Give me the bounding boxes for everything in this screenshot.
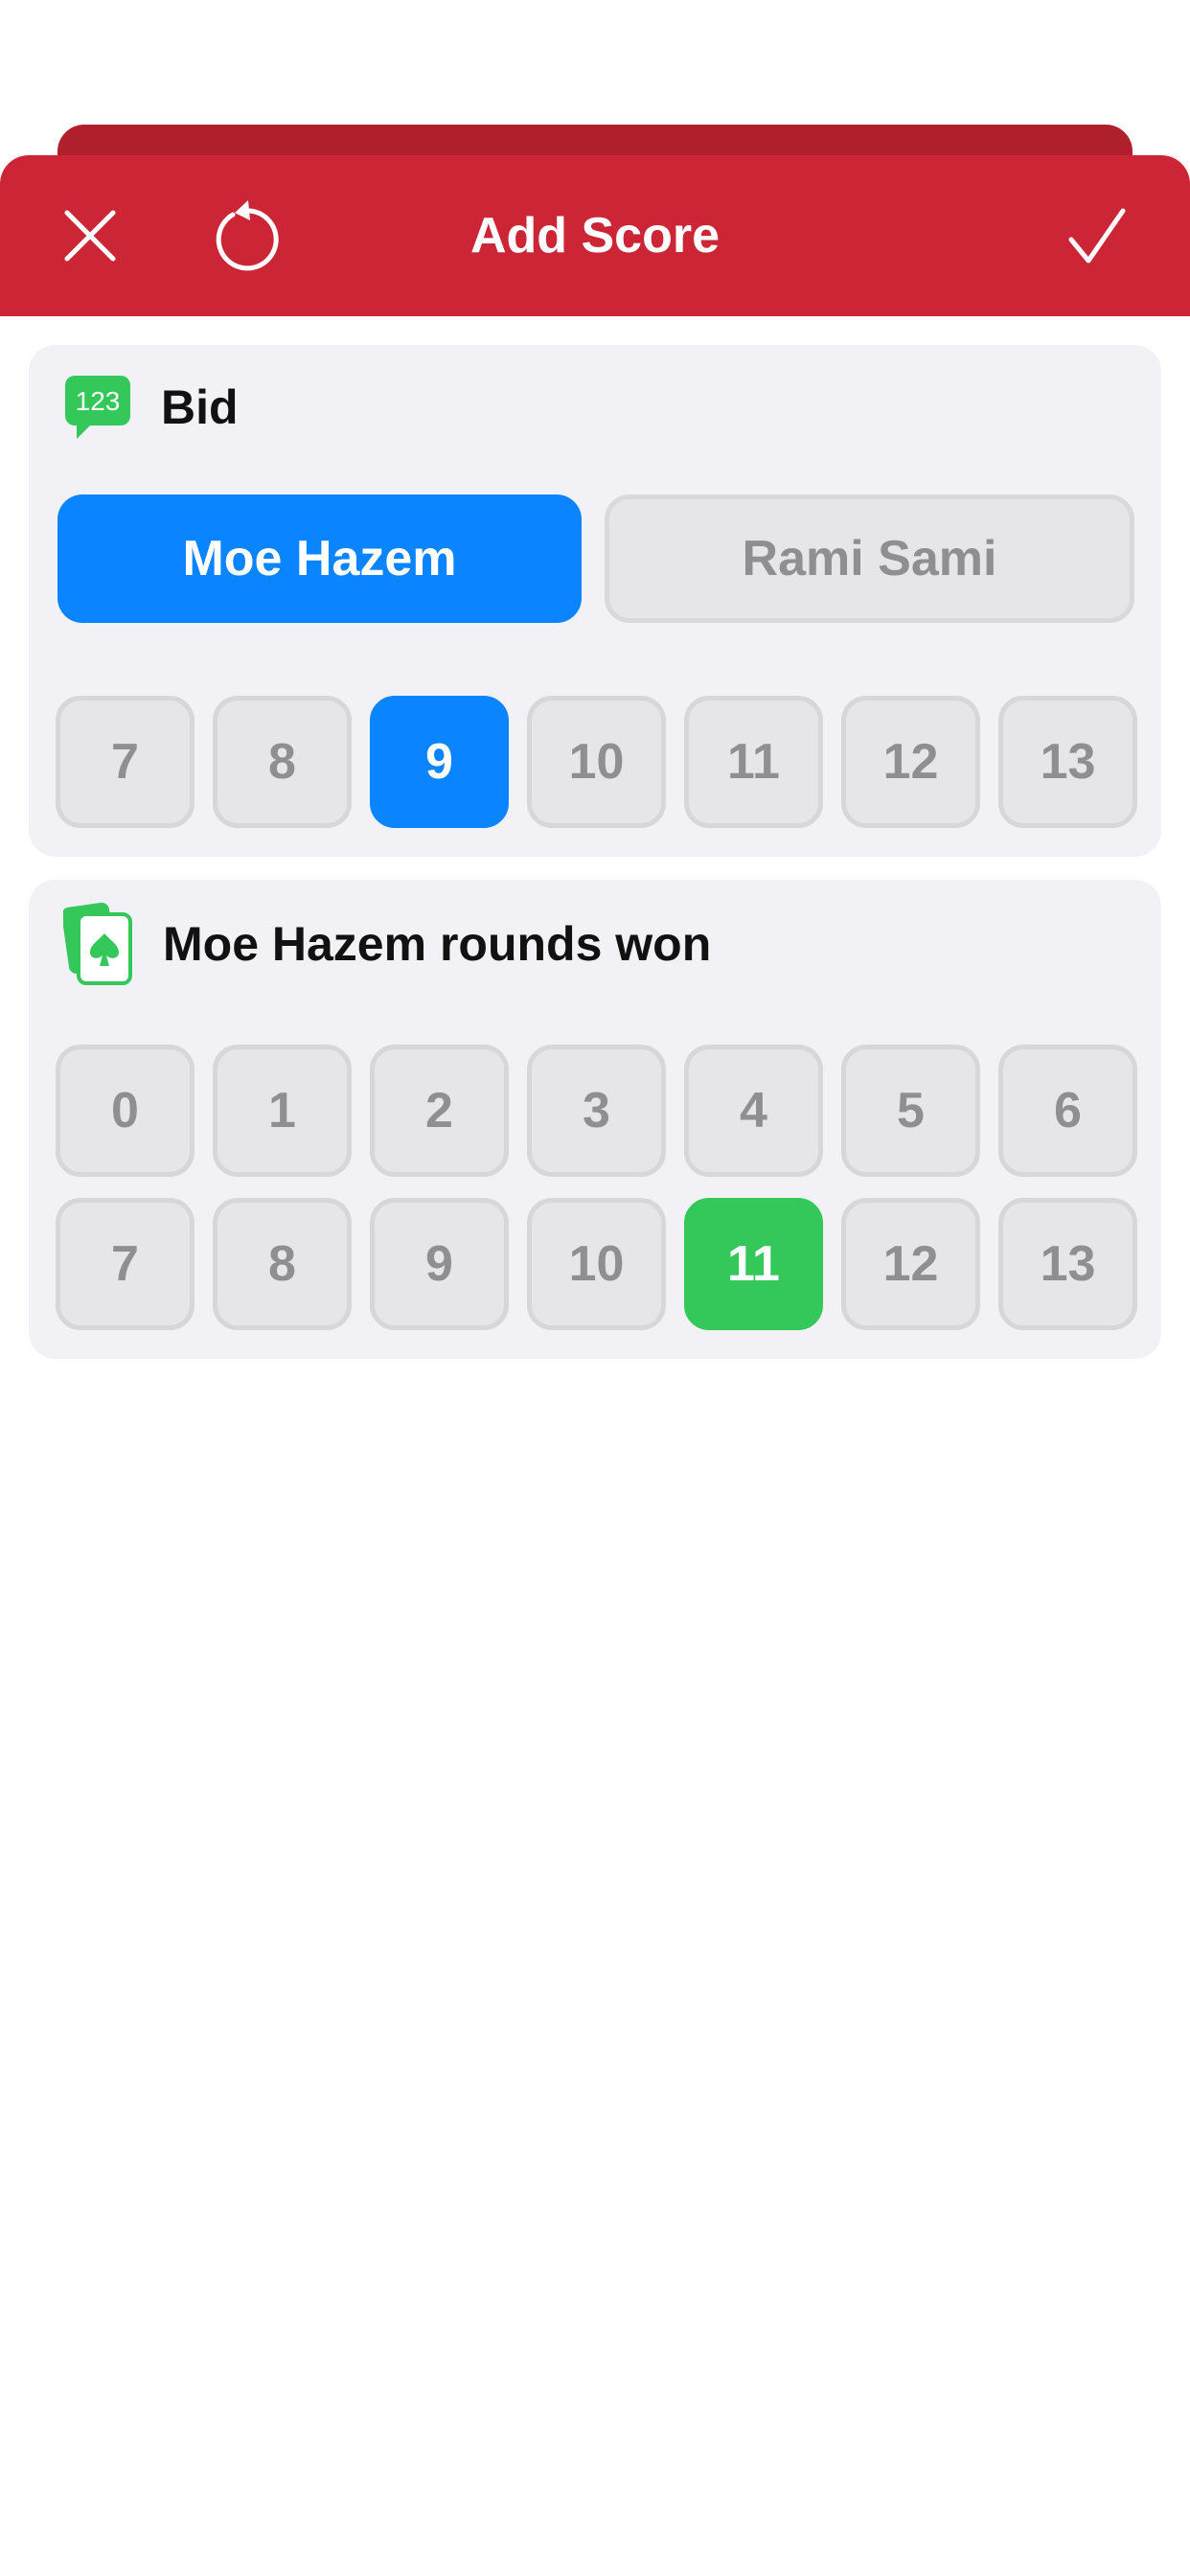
rounds-won-options-row1: 0 1 2 3 4 5 6 [56,1045,1137,1177]
rounds-won-header: Moe Hazem rounds won [63,903,712,985]
bid-options: 7 8 9 10 11 12 13 [56,696,1137,828]
reset-button[interactable] [196,188,292,284]
done-button[interactable] [1049,188,1145,284]
bid-card: 123 Bid Moe Hazem Rami Sami 7 8 9 10 11 … [29,345,1161,857]
rounds-won-option[interactable]: 13 [998,1198,1137,1330]
rounds-won-option[interactable]: 4 [684,1045,823,1177]
bid-option-selected[interactable]: 9 [370,696,509,828]
bid-option[interactable]: 13 [998,696,1137,828]
rounds-won-option[interactable]: 5 [841,1045,980,1177]
checkmark-icon [1068,208,1126,264]
rounds-won-option[interactable]: 3 [527,1045,666,1177]
numbers-bubble-icon: 123 [65,376,130,439]
reset-icon [216,200,279,271]
bid-option[interactable]: 11 [684,696,823,828]
bid-option[interactable]: 10 [527,696,666,828]
rounds-won-option[interactable]: 7 [56,1198,195,1330]
header-bar: Add Score [0,155,1190,316]
rounds-won-option[interactable]: 2 [370,1045,509,1177]
rounds-won-option[interactable]: 6 [998,1045,1137,1177]
rounds-won-label: Moe Hazem rounds won [163,917,712,971]
bid-label: Bid [161,380,239,434]
player-moe-hazem-button[interactable]: Moe Hazem [57,494,582,623]
rounds-won-options-row2: 7 8 9 10 11 12 13 [56,1198,1137,1330]
page-title: Add Score [469,208,721,264]
rounds-won-option-selected[interactable]: 11 [684,1198,823,1330]
rounds-won-option[interactable]: 8 [213,1198,352,1330]
bid-option[interactable]: 12 [841,696,980,828]
rounds-won-card: Moe Hazem rounds won 0 1 2 3 4 5 6 7 8 9… [29,880,1161,1359]
close-button[interactable] [42,188,138,284]
player-rami-sami-button[interactable]: Rami Sami [605,494,1134,623]
svg-text:123: 123 [76,386,121,416]
close-icon [64,210,116,262]
rounds-won-option[interactable]: 9 [370,1198,509,1330]
rounds-won-option[interactable]: 12 [841,1198,980,1330]
bid-header: 123 Bid [63,374,239,441]
rounds-won-option[interactable]: 0 [56,1045,195,1177]
bid-option[interactable]: 7 [56,696,195,828]
bid-option[interactable]: 8 [213,696,352,828]
rounds-won-option[interactable]: 1 [213,1045,352,1177]
playing-cards-icon [63,903,132,985]
rounds-won-option[interactable]: 10 [527,1198,666,1330]
